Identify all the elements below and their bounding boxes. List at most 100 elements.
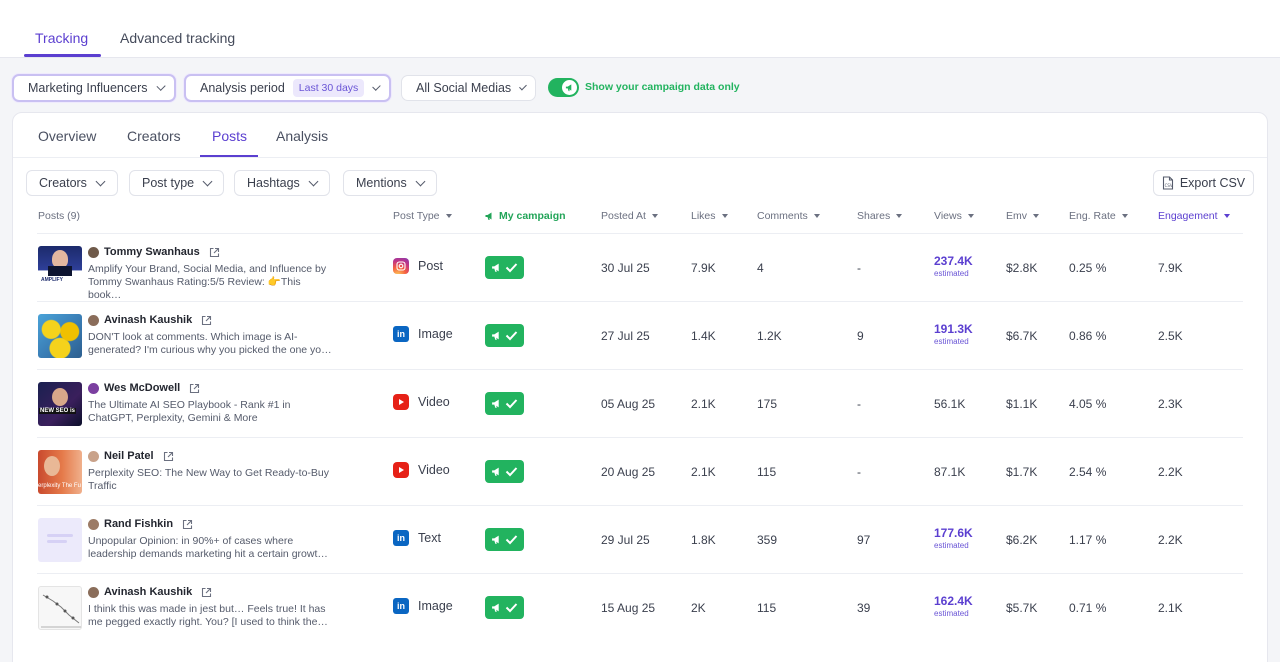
analysis-period-label: Analysis period bbox=[200, 81, 285, 95]
eng-rate-value: 0.25 % bbox=[1069, 261, 1107, 275]
post-type-label: Video bbox=[418, 395, 450, 409]
views-cell: 162.4K estimated bbox=[934, 594, 973, 618]
chevron-down-icon bbox=[95, 176, 106, 186]
col-posts-label: Posts (9) bbox=[38, 210, 81, 222]
creators-filter[interactable]: Creators bbox=[26, 170, 118, 196]
text-post-placeholder[interactable] bbox=[38, 518, 82, 562]
emv-value: $2.8K bbox=[1006, 261, 1038, 275]
campaign-badge[interactable] bbox=[485, 596, 524, 619]
creator-link[interactable]: Avinash Kaushik bbox=[88, 586, 212, 598]
export-csv-label: Export CSV bbox=[1179, 176, 1246, 190]
col-engagement[interactable]: Engagement bbox=[1158, 210, 1230, 222]
sort-icon bbox=[813, 214, 820, 218]
col-posts: Posts (9) bbox=[38, 210, 80, 222]
campaign-badge[interactable] bbox=[485, 392, 524, 415]
megaphone-icon bbox=[562, 80, 577, 95]
sort-icon bbox=[1223, 214, 1230, 218]
megaphone-icon bbox=[485, 212, 492, 220]
col-likes-label: Likes bbox=[691, 210, 716, 222]
likes-value: 1.4K bbox=[691, 329, 716, 343]
post-type: Video bbox=[393, 462, 450, 478]
post-thumbnail[interactable] bbox=[38, 314, 82, 358]
col-comments[interactable]: Comments bbox=[757, 210, 820, 222]
tab-creators[interactable]: Creators bbox=[127, 128, 181, 144]
post-thumbnail[interactable]: AMPLIFY bbox=[38, 246, 82, 290]
eng-rate-value: 2.54 % bbox=[1069, 465, 1107, 479]
views-estimated-note: estimated bbox=[934, 541, 969, 550]
table-row[interactable]: NEW SEO is Wes McDowell The Ultimate AI … bbox=[13, 370, 1269, 438]
sort-icon bbox=[896, 214, 903, 218]
col-emv[interactable]: Emv bbox=[1006, 210, 1039, 222]
external-link-icon[interactable] bbox=[182, 519, 193, 530]
linkedin-icon: in bbox=[393, 598, 409, 614]
col-post-type[interactable]: Post Type bbox=[393, 210, 452, 222]
file-csv-icon: CSV bbox=[1162, 176, 1173, 190]
col-emv-label: Emv bbox=[1006, 210, 1027, 222]
list-select[interactable]: Marketing Influencers bbox=[12, 74, 176, 102]
post-thumbnail[interactable]: NEW SEO is bbox=[38, 382, 82, 426]
sub-tabs: Overview Creators Posts Analysis bbox=[13, 113, 1267, 158]
tab-analysis[interactable]: Analysis bbox=[276, 128, 328, 144]
creators-filter-label: Creators bbox=[39, 176, 87, 190]
creator-link[interactable]: Tommy Swanhaus bbox=[88, 246, 220, 258]
social-media-select[interactable]: All Social Medias bbox=[401, 75, 536, 101]
table-row[interactable]: AMPLIFY Tommy Swanhaus Amplify Your Bran… bbox=[13, 234, 1269, 302]
analysis-period-select[interactable]: Analysis period Last 30 days bbox=[184, 74, 391, 102]
megaphone-icon bbox=[492, 399, 499, 408]
post-thumbnail[interactable] bbox=[38, 586, 82, 630]
creator-link[interactable]: Neil Patel bbox=[88, 450, 174, 462]
col-posted-at[interactable]: Posted At bbox=[601, 210, 658, 222]
campaign-badge[interactable] bbox=[485, 324, 524, 347]
views-value: 191.3K bbox=[934, 322, 973, 336]
campaign-badge[interactable] bbox=[485, 460, 524, 483]
tab-tracking[interactable]: Tracking bbox=[35, 30, 88, 46]
col-eng-rate[interactable]: Eng. Rate bbox=[1069, 210, 1128, 222]
youtube-icon bbox=[393, 462, 409, 478]
col-views[interactable]: Views bbox=[934, 210, 974, 222]
emv-value: $5.7K bbox=[1006, 601, 1038, 615]
external-link-icon[interactable] bbox=[201, 587, 212, 598]
posted-at: 30 Jul 25 bbox=[601, 261, 650, 275]
post-thumbnail[interactable]: erplexity The Fu bbox=[38, 450, 82, 494]
tab-posts[interactable]: Posts bbox=[212, 128, 247, 144]
creator-link[interactable]: Wes McDowell bbox=[88, 382, 200, 394]
megaphone-icon bbox=[492, 331, 499, 340]
col-likes[interactable]: Likes bbox=[691, 210, 728, 222]
external-link-icon[interactable] bbox=[189, 383, 200, 394]
campaign-toggle[interactable] bbox=[548, 78, 579, 97]
post-type-label: Image bbox=[418, 327, 453, 341]
col-post-type-label: Post Type bbox=[393, 210, 440, 222]
external-link-icon[interactable] bbox=[163, 451, 174, 462]
creator-link[interactable]: Rand Fishkin bbox=[88, 518, 193, 530]
mentions-filter[interactable]: Mentions bbox=[343, 170, 437, 196]
col-campaign-label: My campaign bbox=[499, 210, 566, 222]
campaign-badge[interactable] bbox=[485, 528, 524, 551]
table-row[interactable]: Avinash Kaushik DON'T look at comments. … bbox=[13, 302, 1269, 370]
engagement-value: 2.3K bbox=[1158, 397, 1183, 411]
check-icon bbox=[505, 535, 518, 545]
campaign-badge[interactable] bbox=[485, 256, 524, 279]
tab-advanced-tracking[interactable]: Advanced tracking bbox=[120, 30, 235, 46]
avatar bbox=[88, 586, 99, 598]
export-csv-button[interactable]: CSV Export CSV bbox=[1153, 170, 1254, 196]
creator-link[interactable]: Avinash Kaushik bbox=[88, 314, 212, 326]
tab-overview[interactable]: Overview bbox=[38, 128, 96, 144]
external-link-icon[interactable] bbox=[209, 247, 220, 258]
shares-value: 97 bbox=[857, 533, 871, 547]
post-type-filter[interactable]: Post type bbox=[129, 170, 224, 196]
check-icon bbox=[505, 331, 518, 341]
megaphone-icon bbox=[492, 263, 499, 272]
post-type: Post bbox=[393, 258, 443, 274]
table-row[interactable]: erplexity The Fu Neil Patel Perplexity S… bbox=[13, 438, 1269, 506]
views-value: 177.6K bbox=[934, 526, 973, 540]
col-shares[interactable]: Shares bbox=[857, 210, 903, 222]
engagement-value: 2.2K bbox=[1158, 465, 1183, 479]
external-link-icon[interactable] bbox=[201, 315, 212, 326]
table-row[interactable]: Rand Fishkin Unpopular Opinion: in 90%+ … bbox=[13, 506, 1269, 574]
hashtags-filter[interactable]: Hashtags bbox=[234, 170, 330, 196]
post-type-label: Post bbox=[418, 259, 444, 273]
linkedin-icon: in bbox=[393, 326, 409, 342]
col-comments-label: Comments bbox=[757, 210, 808, 222]
table-row[interactable]: Avinash Kaushik I think this was made in… bbox=[13, 574, 1269, 642]
posted-at: 27 Jul 25 bbox=[601, 329, 650, 343]
